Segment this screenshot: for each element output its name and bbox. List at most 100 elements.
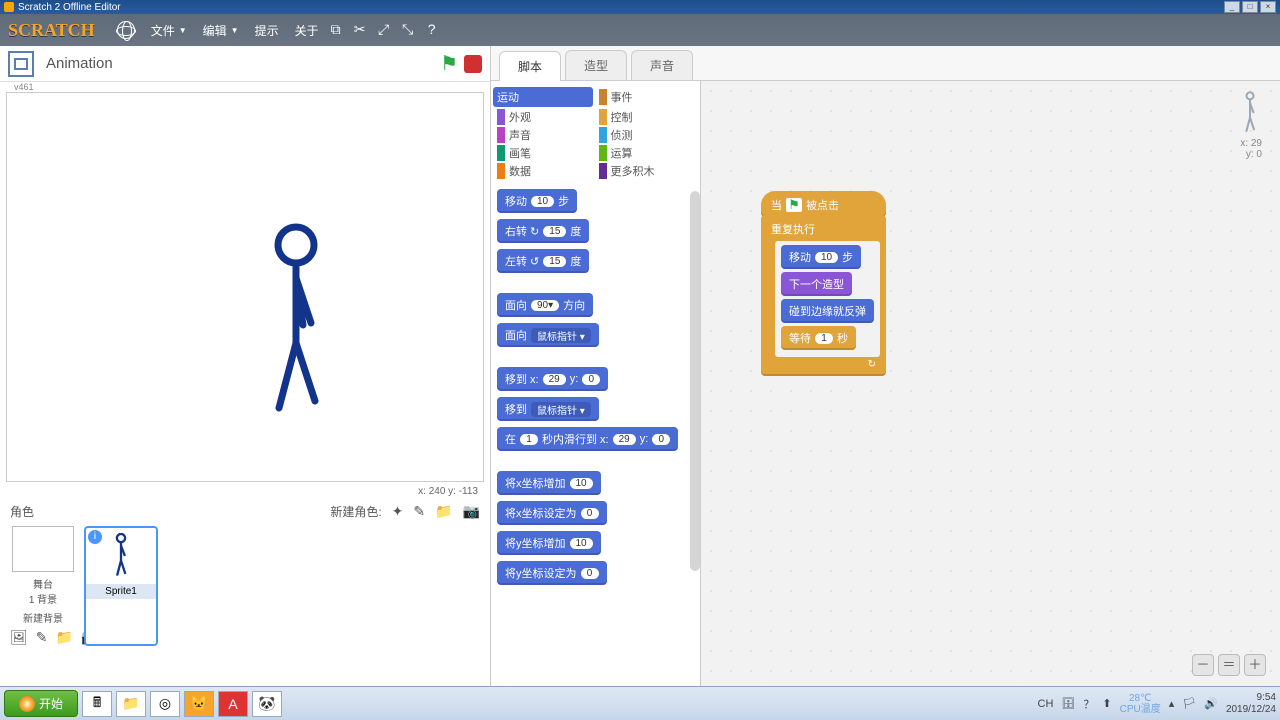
script-next-costume[interactable]: 下一个造型 — [781, 272, 852, 296]
taskbar-app-4[interactable]: 🐱 — [184, 691, 214, 717]
script-canvas[interactable]: x: 29y: 0 当⚑被点击 重复执行 移动10步 下一个造型 碰到边缘就反弹… — [701, 81, 1280, 686]
block-change-x[interactable]: 将x坐标增加10 — [497, 471, 601, 495]
sprite-info-icon[interactable]: i — [88, 530, 102, 544]
cpu-temp[interactable]: 28℃CPU温度 — [1120, 693, 1161, 715]
category-looks[interactable]: 外观 — [497, 109, 593, 125]
category-operators[interactable]: 运算 — [599, 145, 695, 161]
upload-sprite-icon[interactable]: 📁 — [435, 503, 452, 520]
script-stack[interactable]: 当⚑被点击 重复执行 移动10步 下一个造型 碰到边缘就反弹 等待1秒 ↻ — [761, 191, 886, 376]
stop-button[interactable] — [464, 55, 482, 73]
cut-tool-icon[interactable]: ✂ — [351, 21, 369, 39]
menubar: SCRATCH 文件 编辑 提示 关于 ⧉ ✂ ⤢ ⤡ ? — [0, 14, 1280, 46]
backdrop-library-icon[interactable]: 🖼 — [10, 629, 28, 646]
tray-flag-icon[interactable]: 🏳 — [1182, 697, 1196, 710]
taskbar-app-1[interactable]: 🖩 — [82, 691, 112, 717]
stage[interactable] — [6, 92, 484, 482]
zoom-in-button[interactable]: ＋ — [1244, 654, 1266, 676]
window-title: Scratch 2 Offline Editor — [18, 2, 121, 13]
taskbar-app-3[interactable]: ◎ — [150, 691, 180, 717]
block-palette: 运动 事件 外观 控制 声音 侦测 画笔 运算 数据 更多积木 移动10步 右转… — [491, 81, 701, 686]
minimize-button[interactable]: _ — [1224, 1, 1240, 13]
system-clock[interactable]: 9:542019/12/24 — [1226, 692, 1276, 716]
block-change-y[interactable]: 将y坐标增加10 — [497, 531, 601, 555]
palette-scrollbar[interactable] — [690, 191, 700, 571]
new-backdrop-label: 新建背景 — [10, 610, 76, 625]
menu-tips[interactable]: 提示 — [247, 18, 287, 43]
app-icon — [4, 2, 14, 12]
zoom-reset-button[interactable]: ＝ — [1218, 654, 1240, 676]
tray-icon-2[interactable]: ？ — [1083, 696, 1094, 712]
paint-backdrop-icon[interactable]: ✎ — [36, 629, 48, 646]
menu-edit[interactable]: 编辑 — [195, 18, 247, 43]
stage-header: Animation ⚑ — [0, 46, 490, 82]
green-flag-icon: ⚑ — [786, 198, 802, 212]
sprite-thumbnail[interactable]: i Sprite1 — [84, 526, 158, 646]
window-titlebar: Scratch 2 Offline Editor _ □ × — [0, 0, 1280, 14]
tab-sounds[interactable]: 声音 — [631, 50, 693, 80]
windows-taskbar: 开始 🖩 📁 ◎ 🐱 A 🐼 CH 🗄 ？ ⬆ 28℃CPU温度 ▴ 🏳 🔊 9… — [0, 686, 1280, 720]
mouse-coords: x: 240 y: -113 — [0, 482, 490, 497]
block-move-steps[interactable]: 移动10步 — [497, 189, 577, 213]
taskbar-app-6[interactable]: 🐼 — [252, 691, 282, 717]
shrink-tool-icon[interactable]: ⤡ — [399, 21, 417, 39]
sprite-from-library-icon[interactable]: ✦ — [392, 503, 404, 520]
sprite-on-stage[interactable] — [261, 223, 331, 428]
help-tool-icon[interactable]: ? — [423, 21, 441, 39]
stage-thumbnail[interactable]: 舞台 1 背景 新建背景 🖼 ✎ 📁 📷 — [10, 526, 76, 646]
grow-tool-icon[interactable]: ⤢ — [375, 21, 393, 39]
category-data[interactable]: 数据 — [497, 163, 593, 179]
tray-volume-icon[interactable]: 🔊 — [1204, 697, 1218, 710]
green-flag-button[interactable]: ⚑ — [440, 51, 458, 76]
version-label: v461 — [0, 82, 490, 92]
script-move[interactable]: 移动10步 — [781, 245, 861, 269]
language-button[interactable] — [109, 17, 143, 43]
maximize-button[interactable]: □ — [1242, 1, 1258, 13]
category-sensing[interactable]: 侦测 — [599, 127, 695, 143]
block-goto-object[interactable]: 移到鼠标指针 ▾ — [497, 397, 599, 421]
block-point-towards[interactable]: 面向鼠标指针 ▾ — [497, 323, 599, 347]
category-events[interactable]: 事件 — [599, 87, 695, 107]
taskbar-app-2[interactable]: 📁 — [116, 691, 146, 717]
block-turn-right[interactable]: 右转 ↻15度 — [497, 219, 589, 243]
start-orb-icon — [19, 696, 35, 712]
category-sound[interactable]: 声音 — [497, 127, 593, 143]
close-button[interactable]: × — [1260, 1, 1276, 13]
fullscreen-button[interactable] — [8, 51, 34, 77]
block-turn-left[interactable]: 左转 ↺15度 — [497, 249, 589, 273]
category-motion[interactable]: 运动 — [493, 87, 593, 107]
sprite-preview: x: 29y: 0 — [1238, 91, 1262, 160]
editor-tabs: 脚本 造型 声音 — [491, 46, 1280, 81]
block-glide[interactable]: 在1秒内滑行到 x:29y:0 — [497, 427, 678, 451]
category-more[interactable]: 更多积木 — [599, 163, 695, 179]
stamp-tool-icon[interactable]: ⧉ — [327, 21, 345, 39]
block-set-x[interactable]: 将x坐标设定为0 — [497, 501, 607, 525]
category-pen[interactable]: 画笔 — [497, 145, 593, 161]
camera-sprite-icon[interactable]: 📷 — [463, 503, 480, 520]
hat-when-flag-clicked[interactable]: 当⚑被点击 — [761, 191, 886, 217]
tray-icon-1[interactable]: 🗄 — [1061, 697, 1075, 710]
tray-icon-3[interactable]: ⬆ — [1102, 697, 1111, 710]
menu-about[interactable]: 关于 — [287, 18, 327, 43]
category-control[interactable]: 控制 — [599, 109, 695, 125]
block-point-direction[interactable]: 面向90▾方向 — [497, 293, 593, 317]
tab-costumes[interactable]: 造型 — [565, 50, 627, 80]
ime-indicator[interactable]: CH — [1038, 698, 1054, 710]
tray-expand-icon[interactable]: ▴ — [1169, 697, 1175, 710]
tab-scripts[interactable]: 脚本 — [499, 51, 561, 81]
script-wait[interactable]: 等待1秒 — [781, 326, 856, 350]
taskbar-app-5[interactable]: A — [218, 691, 248, 717]
zoom-out-button[interactable]: － — [1192, 654, 1214, 676]
script-bounce[interactable]: 碰到边缘就反弹 — [781, 299, 874, 323]
project-title[interactable]: Animation — [46, 55, 113, 72]
upload-backdrop-icon[interactable]: 📁 — [56, 629, 73, 646]
block-set-y[interactable]: 将y坐标设定为0 — [497, 561, 607, 585]
menu-file[interactable]: 文件 — [143, 18, 195, 43]
block-goto-xy[interactable]: 移到 x:29y:0 — [497, 367, 608, 391]
new-sprite-label: 新建角色: — [330, 503, 381, 520]
start-button[interactable]: 开始 — [4, 690, 78, 717]
scratch-logo: SCRATCH — [8, 20, 95, 41]
block-forever[interactable]: 重复执行 移动10步 下一个造型 碰到边缘就反弹 等待1秒 ↻ — [761, 215, 886, 376]
paint-sprite-icon[interactable]: ✎ — [413, 503, 425, 520]
globe-icon — [117, 21, 135, 39]
sprite-name: Sprite1 — [86, 584, 156, 599]
